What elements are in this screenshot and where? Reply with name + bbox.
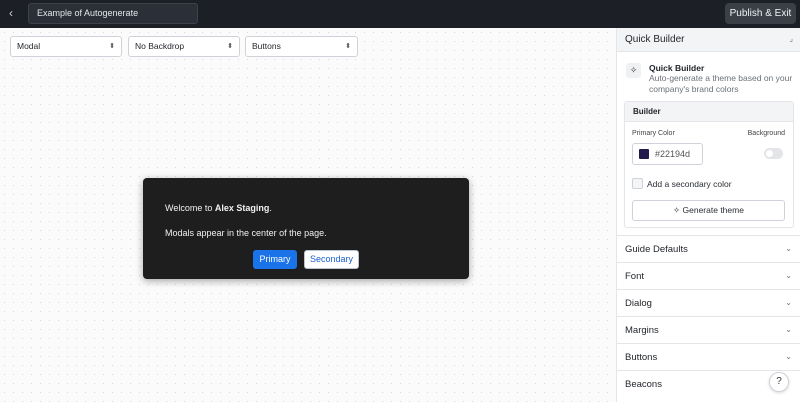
section-label: Dialog <box>625 298 652 309</box>
sparkle-icon: ✧ <box>626 63 641 78</box>
builder-card: Builder Primary Color Background #22194d… <box>624 101 794 228</box>
section-buttons[interactable]: Buttons ⌄ <box>617 343 800 370</box>
section-label: Guide Defaults <box>625 244 688 255</box>
select-value: No Backdrop <box>135 41 185 51</box>
preview-canvas: Modal ⬍ No Backdrop ⬍ Buttons ⬍ Welcome … <box>0 28 616 402</box>
toggle-knob <box>766 150 773 157</box>
sparkle-icon: ✧ <box>673 205 683 215</box>
primary-color-input[interactable]: #22194d <box>632 143 703 165</box>
background-toggle[interactable] <box>764 148 783 159</box>
color-swatch[interactable] <box>639 149 649 159</box>
quick-builder-title: Quick Builder <box>649 63 705 73</box>
primary-button[interactable]: Primary <box>253 250 297 269</box>
section-label: Beacons <box>625 379 662 390</box>
select-value: Modal <box>17 41 41 51</box>
select-value: Buttons <box>252 41 281 51</box>
buttons-select[interactable]: Buttons ⬍ <box>245 36 358 57</box>
guide-title-input[interactable]: Example of Autogenerate <box>28 3 198 24</box>
primary-color-label: Primary Color <box>632 130 675 137</box>
quick-builder-header[interactable]: Quick Builder ⌟ <box>617 28 800 52</box>
chevron-updown-icon: ⬍ <box>227 43 233 50</box>
secondary-button[interactable]: Secondary <box>304 250 359 269</box>
help-button[interactable]: ? <box>769 372 789 392</box>
quick-builder-header-title: Quick Builder <box>625 34 685 45</box>
section-label: Margins <box>625 325 659 336</box>
section-label: Buttons <box>625 352 658 363</box>
modal-preview: Welcome to Alex Staging. Modals appear i… <box>143 178 469 279</box>
welcome-name: Alex Staging <box>214 203 270 213</box>
section-guide-defaults[interactable]: Guide Defaults ⌄ <box>617 235 800 262</box>
modal-body-text: Modals appear in the center of the page. <box>165 228 327 238</box>
chevron-down-icon: ⌄ <box>785 298 792 307</box>
primary-color-value: #22194d <box>655 149 691 159</box>
top-bar: ‹ Example of Autogenerate Publish & Exit <box>0 0 800 28</box>
help-label: ? <box>776 376 782 387</box>
chevron-down-icon: ⌄ <box>785 325 792 334</box>
quick-builder-description: Auto-generate a theme based on your comp… <box>649 73 793 94</box>
collapse-icon[interactable]: ⌟ <box>789 34 793 43</box>
secondary-color-checkbox[interactable] <box>632 178 643 189</box>
welcome-suffix: . <box>269 203 272 213</box>
chevron-updown-icon: ⬍ <box>345 43 351 50</box>
chevron-left-icon: ‹ <box>9 6 13 20</box>
welcome-prefix: Welcome to <box>165 203 215 213</box>
chevron-down-icon: ⌄ <box>785 352 792 361</box>
generate-theme-button[interactable]: ✧ Generate theme <box>632 200 785 221</box>
generate-theme-label: Generate theme <box>682 205 744 215</box>
section-label: Font <box>625 271 645 282</box>
section-margins[interactable]: Margins ⌄ <box>617 316 800 343</box>
secondary-color-label: Add a secondary color <box>647 179 732 189</box>
section-font[interactable]: Font ⌄ <box>617 262 800 289</box>
backdrop-select[interactable]: No Backdrop ⬍ <box>128 36 240 57</box>
background-label: Background <box>747 130 785 137</box>
modal-welcome-text: Welcome to Alex Staging. <box>165 203 272 213</box>
step-type-select[interactable]: Modal ⬍ <box>10 36 122 57</box>
builder-header: Builder <box>625 102 793 122</box>
publish-exit-button[interactable]: Publish & Exit <box>725 3 796 24</box>
chevron-down-icon: ⌄ <box>785 271 792 280</box>
theme-panel: Quick Builder ⌟ ✧ Quick Builder Auto-gen… <box>616 28 800 402</box>
builder-title: Builder <box>633 107 661 116</box>
back-button[interactable]: ‹ <box>4 6 18 20</box>
section-dialog[interactable]: Dialog ⌄ <box>617 289 800 316</box>
chevron-updown-icon: ⬍ <box>109 43 115 50</box>
chevron-down-icon: ⌄ <box>785 244 792 253</box>
